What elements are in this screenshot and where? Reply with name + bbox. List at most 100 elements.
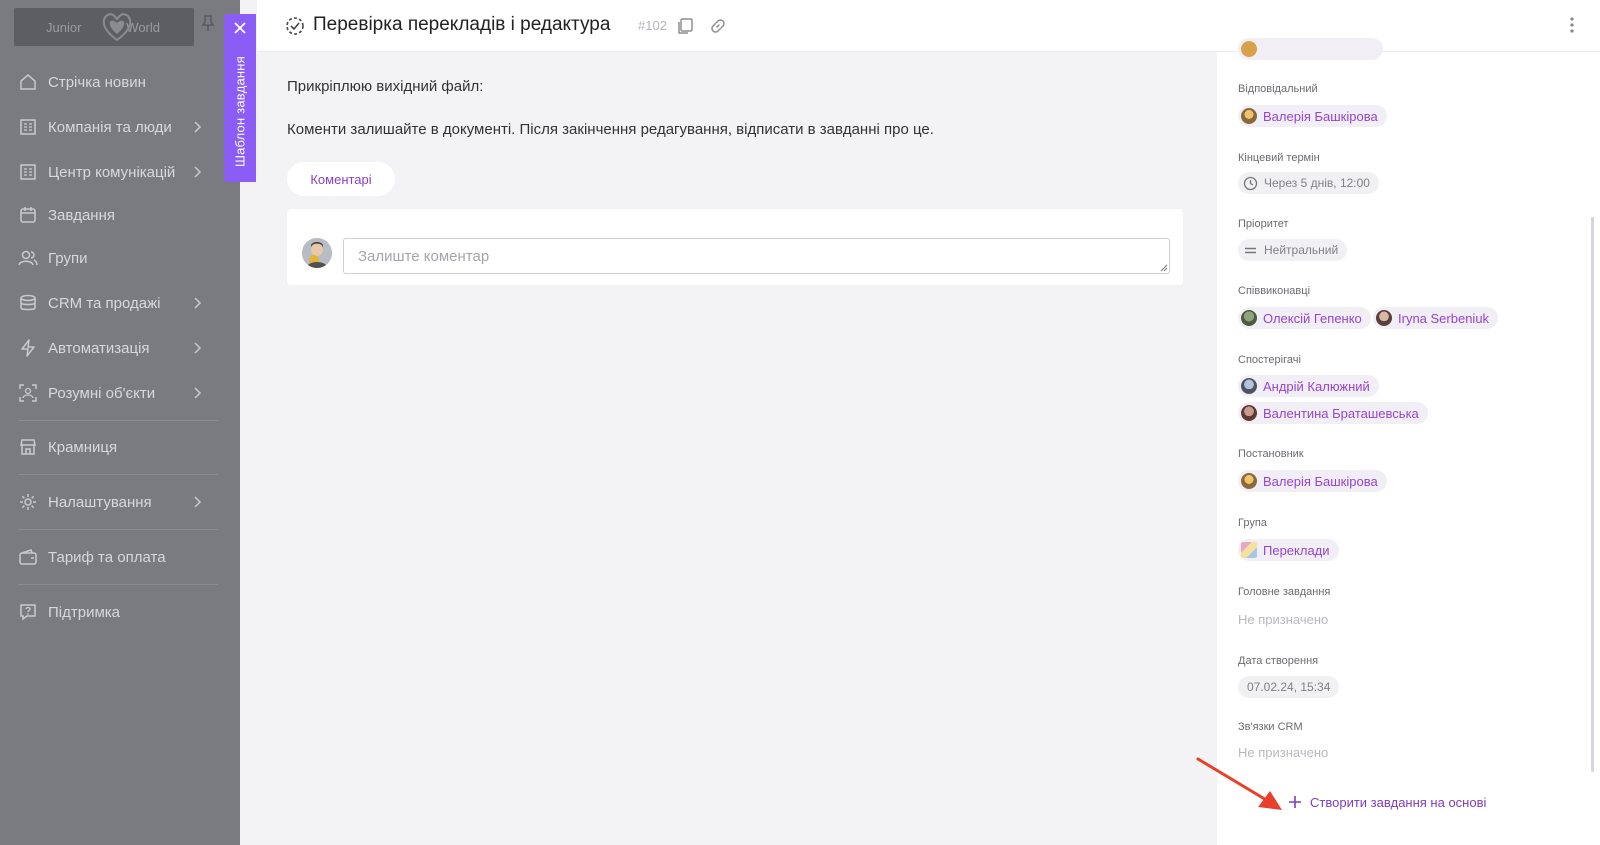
task-header: Перевірка перекладів і редактура #102 [257,0,1600,52]
gear-icon [18,492,38,512]
nav-divider [18,474,218,475]
avatar [1241,405,1257,421]
nav-item-label: Розумні об'єкти [48,384,156,402]
pin-icon[interactable] [201,14,215,32]
deadline-value: Через 5 днів, 12:00 [1264,176,1370,190]
nav-item-label: Центр комунікацій [48,163,176,181]
nav-item-billing[interactable]: Тариф та оплата [18,542,218,572]
nav-divider [18,584,218,585]
nav-item-label: CRM та продажі [48,294,161,312]
task-check-icon [286,17,304,35]
chevron-right-icon [194,387,202,399]
group-chip[interactable]: Переклади [1238,539,1339,561]
calendar-icon [18,205,38,225]
coexecutor-chip[interactable]: Iryna Serbeniuk [1373,307,1499,329]
priority-chip[interactable]: Нейтральний [1238,239,1348,261]
author-chip[interactable]: Валерія Башкірова [1238,470,1387,492]
task-template-tab[interactable]: Шаблон завдання [224,14,256,182]
help-icon [18,602,38,622]
label-coexecutors: Співвиконавці [1238,285,1311,297]
nav-item-label: Групи [48,249,88,267]
home-icon [18,72,38,92]
created-value: 07.02.24, 15:34 [1247,680,1331,694]
created-chip: 07.02.24, 15:34 [1238,676,1340,698]
nav-item-support[interactable]: Підтримка [18,597,218,627]
link-icon[interactable] [709,17,727,35]
nav-item-communications[interactable]: Центр комунікацій [18,157,218,187]
observer-chip[interactable]: Андрій Калюжний [1238,375,1379,397]
label-priority: Пріоритет [1238,218,1289,230]
copy-icon[interactable] [676,17,694,35]
more-vertical-icon[interactable] [1569,15,1575,35]
task-properties: Відповідальний Валерія Башкірова Кінцеви… [1217,38,1600,845]
nav-item-label: Автоматизація [48,339,150,357]
nav-item-smart-objects[interactable]: Розумні об'єкти [18,378,218,408]
label-parent-task: Головне завдання [1238,586,1331,598]
nav-item-company[interactable]: Компанія та люди [18,112,218,142]
observer-chip[interactable]: Валентина Браташевська [1238,402,1428,424]
nav-item-settings[interactable]: Налаштування [18,487,218,517]
nav-item-store[interactable]: Крамниця [18,432,218,462]
user-avatar [302,238,332,268]
nav-item-label: Тариф та оплата [48,548,166,566]
properties-scrollbar[interactable] [1591,217,1594,772]
company-logo[interactable]: Junior World [14,8,194,46]
lightning-icon [18,338,38,358]
label-author: Постановник [1238,448,1304,460]
nav-item-label: Налаштування [48,493,152,511]
chevron-right-icon [194,121,202,133]
avatar [1241,473,1257,489]
label-group: Група [1238,517,1267,529]
nav-divider [18,420,218,421]
chevron-right-icon [194,496,202,508]
equals-icon [1245,247,1256,253]
nav-item-tasks[interactable]: Завдання [18,200,218,230]
create-task-label: Створити завдання на основі [1310,794,1487,810]
nav-item-automation[interactable]: Автоматизація [18,333,218,363]
users-icon [18,248,38,268]
resize-handle-icon[interactable] [1160,264,1168,272]
coexecutor-name: Олексій Гепенко [1263,310,1362,326]
chevron-right-icon [194,297,202,309]
database-icon [18,293,38,313]
comment-input[interactable] [343,238,1170,274]
deadline-chip[interactable]: Через 5 днів, 12:00 [1238,172,1379,194]
observer-name: Андрій Калюжний [1263,378,1370,394]
nav-item-news[interactable]: Стрічка новин [18,67,218,97]
responsible-chip[interactable]: Валерія Башкірова [1238,105,1387,127]
label-responsible: Відповідальний [1238,83,1318,95]
nav-item-label: Підтримка [48,603,121,621]
avatar [1241,310,1257,326]
nav-divider [18,529,218,530]
clock-icon [1243,176,1258,190]
nav-item-crm[interactable]: CRM та продажі [18,288,218,318]
label-observers: Спостерігачі [1238,354,1301,366]
parent-task-value[interactable]: Не призначено [1238,612,1328,627]
tab-comments[interactable]: Коментарі [287,162,395,196]
label-created: Дата створення [1238,655,1319,667]
store-icon [18,437,38,457]
description-line: Коменти залишайте в документі. Після зак… [287,121,934,138]
chevron-right-icon [194,166,202,178]
plus-icon [1289,796,1301,808]
avatar [1241,108,1257,124]
nav-item-label: Компанія та люди [48,118,172,136]
group-avatar [1241,542,1257,558]
avatar [1241,378,1257,394]
task-title: Перевірка перекладів і редактура [313,14,611,35]
create-task-based-on-button[interactable]: Створити завдання на основі [1288,791,1486,813]
sidebar: Junior World Стрічка новин Компанія та л… [0,0,240,845]
priority-value: Нейтральний [1264,243,1339,257]
heart-logo-icon [102,13,132,42]
nav-item-label: Стрічка новин [48,73,146,91]
close-icon[interactable] [232,20,248,36]
coexecutor-chip[interactable]: Олексій Гепенко [1238,307,1371,329]
building-icon [18,117,38,137]
task-panel: Перевірка перекладів і редактура #102 Пр… [257,0,1600,845]
scan-icon [18,383,38,403]
coexecutor-name: Iryna Serbeniuk [1398,310,1490,326]
label-deadline: Кінцевий термін [1238,152,1320,164]
avatar [1376,310,1392,326]
nav-item-label: Завдання [48,206,115,224]
nav-item-groups[interactable]: Групи [18,243,218,273]
